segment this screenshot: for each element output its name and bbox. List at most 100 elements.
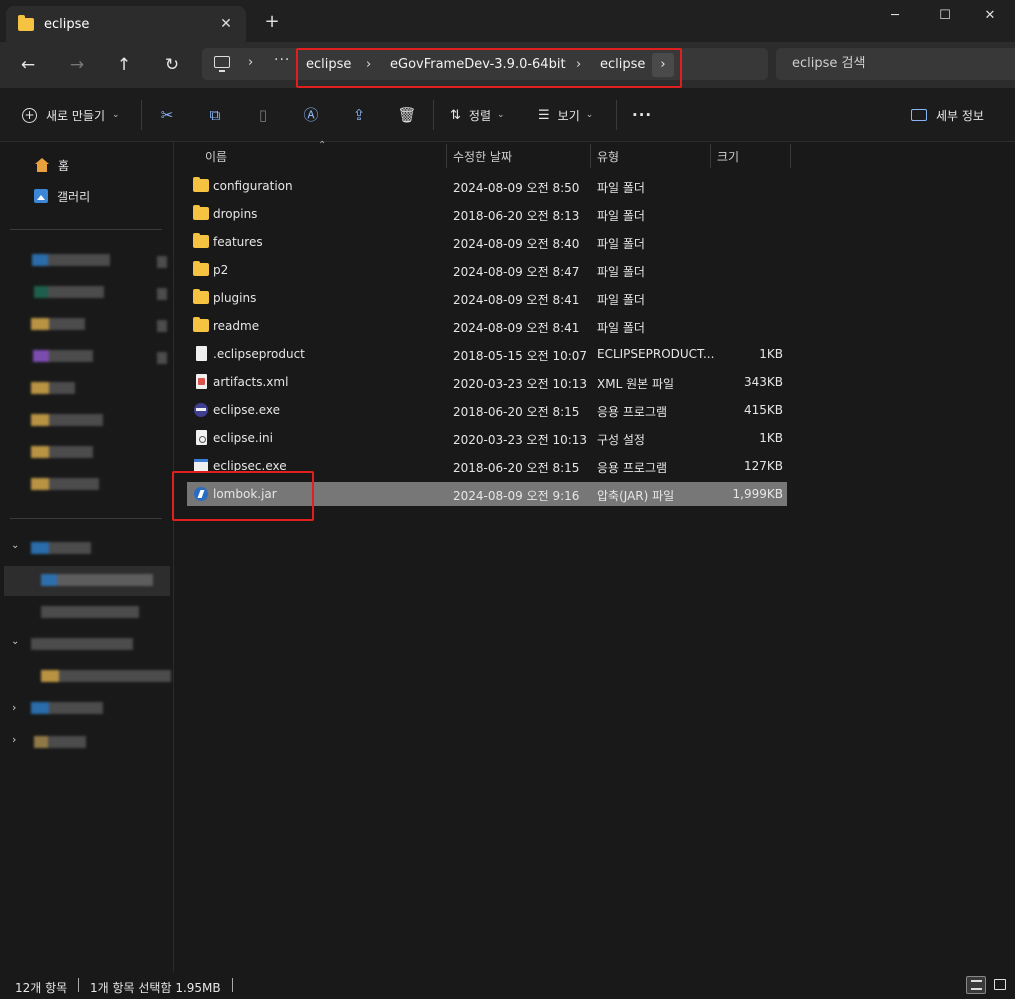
delete-icon[interactable]: 🗑 — [397, 105, 417, 125]
toolbar-divider — [433, 100, 434, 130]
close-window-button[interactable]: ✕ — [967, 4, 1013, 28]
column-divider[interactable] — [590, 144, 591, 168]
table-row[interactable]: configuration 2024-08-09 오전 8:50 파일 폴더 — [187, 174, 787, 198]
title-bar: eclipse ✕ + ─ ☐ ✕ — [0, 0, 1015, 42]
chevron-down-icon[interactable]: ⌄ — [11, 540, 19, 551]
computer-icon[interactable] — [214, 56, 230, 72]
more-options-button[interactable]: ··· — [632, 105, 652, 125]
sidebar-item-blurred[interactable] — [31, 542, 91, 554]
paste-icon[interactable]: ▯ — [253, 105, 273, 125]
status-divider — [78, 978, 79, 992]
file-size: 1KB — [759, 347, 783, 361]
sidebar-item-label: 갤러리 — [57, 189, 91, 204]
file-type: 응용 프로그램 — [597, 405, 668, 419]
breadcrumb-egovframedev[interactable]: eGovFrameDev-3.9.0-64bit — [390, 57, 566, 72]
column-divider[interactable] — [710, 144, 711, 168]
column-header-date[interactable]: 수정한 날짜 — [453, 148, 512, 165]
table-row[interactable]: dropins 2018-06-20 오전 8:13 파일 폴더 — [187, 202, 787, 226]
up-arrow-icon[interactable]: ↑ — [111, 52, 137, 78]
gallery-icon — [34, 189, 48, 203]
sidebar-item-blurred[interactable] — [31, 478, 99, 490]
file-type: 압축(JAR) 파일 — [597, 489, 675, 503]
column-header-name[interactable]: 이름 — [205, 148, 227, 165]
home-icon — [34, 158, 50, 172]
folder-icon — [193, 289, 209, 304]
table-row[interactable]: eclipse.exe 2018-06-20 오전 8:15 응용 프로그램 4… — [187, 398, 787, 422]
chevron-down-icon[interactable]: ⌄ — [11, 636, 19, 647]
sidebar-item-blurred[interactable] — [32, 254, 110, 266]
file-name: features — [213, 235, 263, 249]
chevron-right-icon[interactable]: › — [12, 701, 16, 714]
sidebar-divider — [10, 229, 162, 230]
column-header-size[interactable]: 크기 — [717, 148, 739, 165]
chevron-right-icon[interactable]: › — [248, 55, 253, 70]
chevron-right-icon[interactable]: › — [576, 57, 581, 72]
sidebar-item-blurred[interactable] — [31, 318, 85, 330]
sidebar-item-blurred[interactable] — [41, 574, 153, 586]
navigation-pane: 홈 갤러리 ⌄ ⌄ › › — [0, 142, 174, 972]
column-divider[interactable] — [446, 144, 447, 168]
file-date: 2024-08-09 오전 8:47 — [453, 265, 580, 279]
sidebar-item-gallery[interactable]: 갤러리 — [34, 186, 90, 206]
maximize-button[interactable]: ☐ — [922, 4, 968, 28]
details-pane-button[interactable]: 세부 정보 — [911, 105, 984, 125]
thumbnail-view-button[interactable] — [990, 976, 1010, 994]
sort-button[interactable]: ⇅ 정렬 ⌄ — [450, 105, 505, 125]
sidebar-item-home[interactable]: 홈 — [34, 155, 69, 175]
breadcrumb-eclipse-root[interactable]: eclipse — [306, 57, 351, 72]
item-count: 12개 항목 — [15, 981, 68, 995]
column-header-type[interactable]: 유형 — [597, 148, 619, 165]
chevron-right-icon[interactable]: › — [366, 57, 371, 72]
refresh-icon[interactable]: ↻ — [159, 52, 185, 78]
file-size: 415KB — [743, 403, 783, 417]
table-row[interactable]: features 2024-08-09 오전 8:40 파일 폴더 — [187, 230, 787, 254]
folder-icon — [193, 233, 209, 248]
sidebar-item-blurred[interactable] — [41, 670, 171, 682]
table-row[interactable]: artifacts.xml 2020-03-23 오전 10:13 XML 원본… — [187, 370, 787, 394]
chevron-right-icon[interactable]: › — [652, 53, 674, 77]
rename-icon[interactable]: Ⓐ — [301, 105, 321, 125]
share-icon[interactable]: ⇪ — [349, 105, 369, 125]
pin-icon — [157, 256, 167, 268]
table-row[interactable]: p2 2024-08-09 오전 8:47 파일 폴더 — [187, 258, 787, 282]
tab-close-icon[interactable]: ✕ — [216, 14, 236, 34]
new-button-label: 새로 만들기 — [46, 108, 106, 123]
new-button[interactable]: + 새로 만들기 ⌄ — [22, 105, 120, 125]
file-date: 2024-08-09 오전 8:50 — [453, 181, 580, 195]
table-row[interactable]: plugins 2024-08-09 오전 8:41 파일 폴더 — [187, 286, 787, 310]
new-tab-button[interactable]: + — [262, 12, 282, 32]
folder-icon — [193, 205, 209, 220]
sidebar-item-blurred[interactable] — [31, 414, 103, 426]
sidebar-item-blurred[interactable] — [41, 606, 139, 618]
search-input[interactable]: eclipse 검색 — [776, 48, 1015, 80]
sidebar-item-blurred[interactable] — [31, 638, 133, 650]
file-date: 2024-08-09 오전 8:41 — [453, 321, 580, 335]
xml-file-icon — [196, 374, 207, 389]
forward-arrow-icon[interactable]: → — [64, 52, 90, 78]
pin-icon — [157, 320, 167, 332]
path-overflow-button[interactable]: ··· — [274, 52, 290, 68]
column-divider[interactable] — [790, 144, 791, 168]
breadcrumb-eclipse[interactable]: eclipse — [600, 57, 645, 72]
file-name: readme — [213, 319, 260, 333]
sidebar-item-blurred[interactable] — [33, 350, 93, 362]
minimize-button[interactable]: ─ — [872, 4, 918, 28]
table-row[interactable]: eclipse.ini 2020-03-23 오전 10:13 구성 설정 1K… — [187, 426, 787, 450]
details-view-button[interactable] — [966, 976, 986, 994]
sidebar-item-blurred[interactable] — [31, 702, 103, 714]
copy-icon[interactable]: ⧉ — [205, 105, 225, 125]
sidebar-item-blurred[interactable] — [34, 286, 104, 298]
table-row[interactable]: readme 2024-08-09 오전 8:41 파일 폴더 — [187, 314, 787, 338]
table-row[interactable]: .eclipseproduct 2018-05-15 오전 10:07 ECLI… — [187, 342, 787, 366]
back-arrow-icon[interactable]: ← — [15, 52, 41, 78]
sidebar-item-blurred[interactable] — [34, 736, 86, 748]
chevron-right-icon[interactable]: › — [12, 733, 16, 746]
folder-icon — [18, 14, 34, 31]
view-button[interactable]: ☰ 보기 ⌄ — [538, 105, 593, 125]
tab-eclipse[interactable]: eclipse ✕ — [6, 6, 246, 42]
chevron-down-icon: ⌄ — [585, 110, 594, 120]
cut-icon[interactable]: ✂ — [157, 105, 177, 125]
tab-title: eclipse — [44, 16, 90, 32]
sidebar-item-blurred[interactable] — [31, 446, 93, 458]
sidebar-item-blurred[interactable] — [31, 382, 75, 394]
